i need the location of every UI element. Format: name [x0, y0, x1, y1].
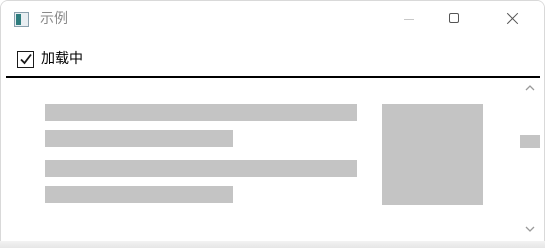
title-bar[interactable]: 示例 — [1, 1, 544, 38]
window-shadow — [0, 241, 545, 248]
maximize-button[interactable] — [432, 1, 478, 38]
chevron-up-icon — [525, 85, 535, 91]
skeleton-line — [45, 104, 357, 121]
app-window-icon — [14, 12, 29, 27]
loading-checkbox-label[interactable]: 加载中 — [41, 49, 83, 69]
scrollbar-thumb[interactable] — [520, 135, 540, 148]
skeleton-line — [45, 186, 233, 203]
window-title: 示例 — [40, 11, 68, 27]
vertical-scrollbar[interactable] — [520, 78, 540, 242]
loading-checkbox[interactable] — [17, 51, 34, 68]
scroll-down-button[interactable] — [520, 221, 540, 237]
scroll-up-button[interactable] — [520, 80, 540, 96]
skeleton-line — [45, 160, 357, 177]
toolbar: 加载中 — [1, 38, 544, 75]
skeleton-image — [382, 104, 483, 205]
content-area — [6, 78, 540, 242]
checkmark-icon — [20, 53, 32, 65]
chevron-down-icon — [525, 226, 535, 232]
minimize-button[interactable] — [386, 1, 432, 38]
skeleton-line — [45, 130, 233, 147]
app-window: 示例 加载中 — [0, 0, 545, 248]
close-button[interactable] — [490, 1, 536, 38]
